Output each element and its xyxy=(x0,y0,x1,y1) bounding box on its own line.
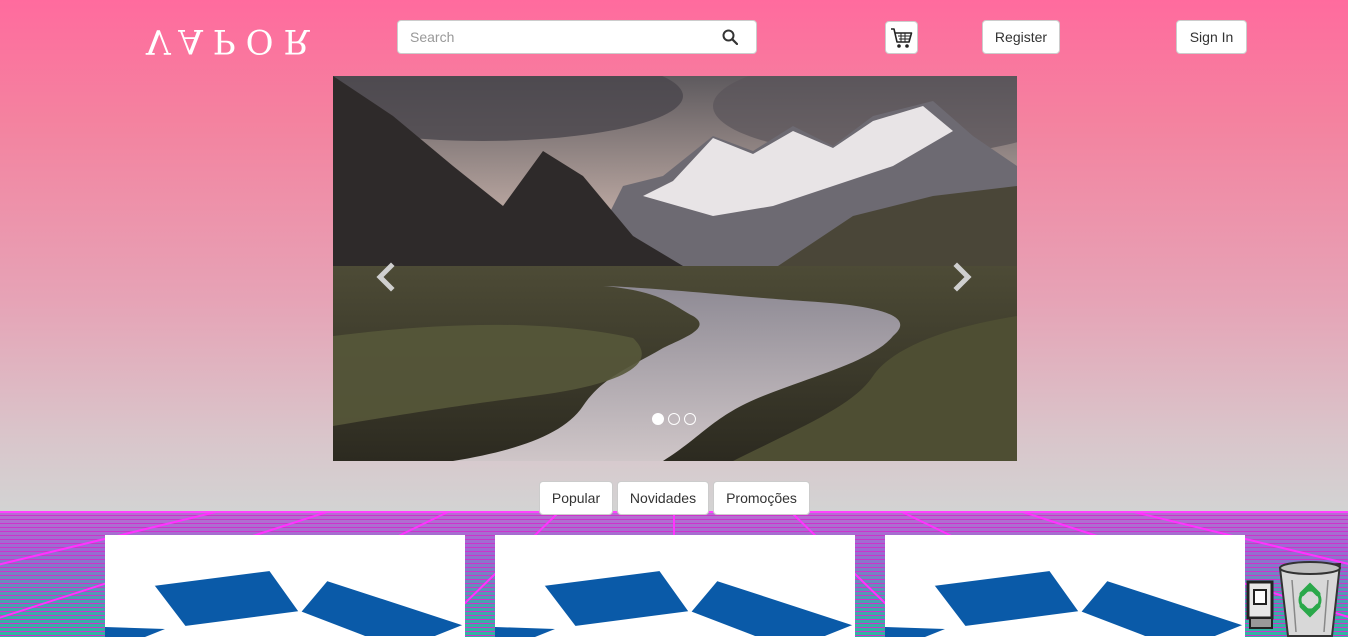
chevron-right-icon[interactable] xyxy=(947,262,977,292)
cart-icon xyxy=(891,28,913,48)
search-icon[interactable] xyxy=(722,29,738,45)
recycle-bin-icon[interactable] xyxy=(1276,560,1344,637)
tab-novidades[interactable]: Novidades xyxy=(617,481,709,515)
hero-carousel[interactable] xyxy=(333,76,1017,461)
product-card[interactable] xyxy=(105,535,465,637)
product-card[interactable] xyxy=(885,535,1245,637)
carousel-indicator-3[interactable] xyxy=(684,413,696,425)
open-box-image xyxy=(495,568,855,637)
carousel-indicator-1[interactable] xyxy=(652,413,664,425)
carousel-slide-image xyxy=(333,76,1017,461)
chevron-left-icon[interactable] xyxy=(371,262,401,292)
search-input[interactable] xyxy=(398,21,718,53)
cart-button[interactable] xyxy=(885,21,918,54)
product-card[interactable] xyxy=(495,535,855,637)
carousel-indicators xyxy=(652,413,696,425)
open-box-image xyxy=(105,568,465,637)
tab-promocoes[interactable]: Promoções xyxy=(713,481,810,515)
pixel-decoration-icon xyxy=(1246,580,1274,629)
search-bar[interactable] xyxy=(397,20,757,54)
logo[interactable]: VAPOR xyxy=(146,21,330,61)
carousel-indicator-2[interactable] xyxy=(668,413,680,425)
sign-in-button[interactable]: Sign In xyxy=(1176,20,1247,54)
open-box-image xyxy=(885,568,1245,637)
register-button[interactable]: Register xyxy=(982,20,1060,54)
tab-popular[interactable]: Popular xyxy=(539,481,613,515)
